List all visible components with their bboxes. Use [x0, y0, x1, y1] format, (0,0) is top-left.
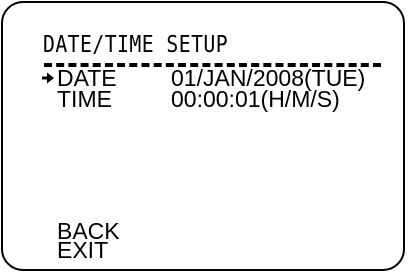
- arrow-right-icon: [42, 72, 54, 84]
- menu-title: DATE/TIME SETUP: [43, 32, 229, 58]
- time-value[interactable]: 00:00:01(H/M/S): [171, 88, 340, 111]
- time-row-label[interactable]: TIME: [57, 88, 112, 111]
- exit-option[interactable]: EXIT: [57, 239, 108, 262]
